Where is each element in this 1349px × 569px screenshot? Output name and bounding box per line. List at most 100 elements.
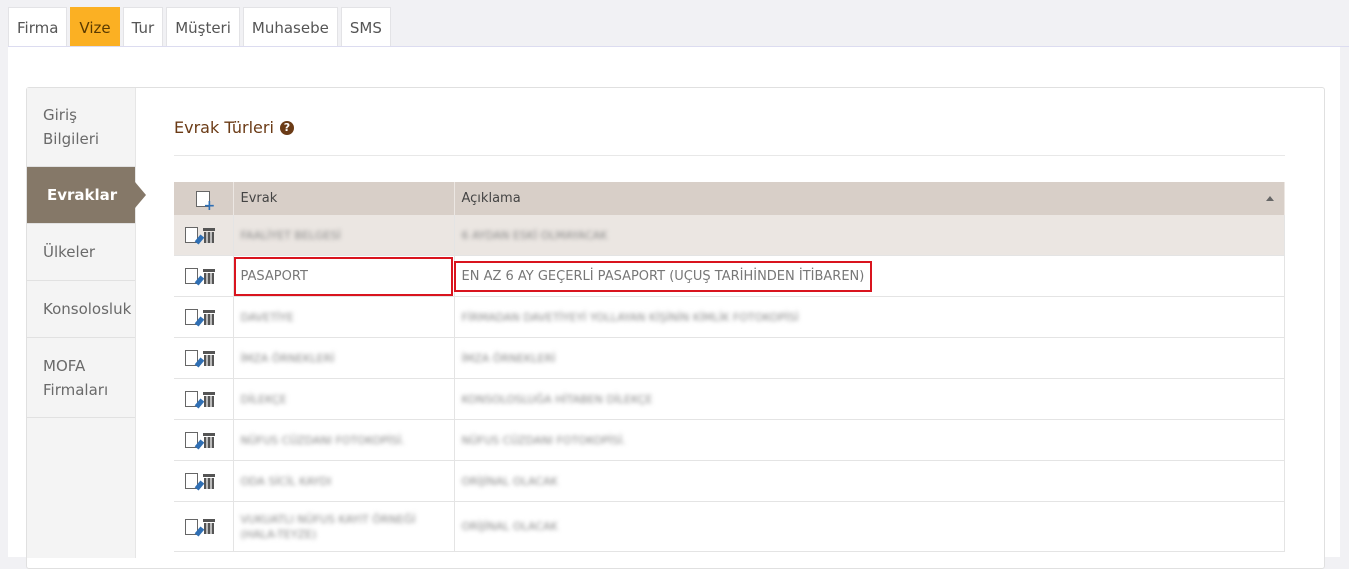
trash-icon[interactable] bbox=[203, 227, 215, 243]
table-row: İMZA ÖRNEKLERİ İMZA ÖRNEKLERİ bbox=[174, 337, 1285, 379]
table-row: NÜFUS CÜZDANI FOTOKOPİSİ. NÜFUS CÜZDANI F… bbox=[174, 419, 1285, 461]
sidebar-item-label: Giriş bbox=[43, 106, 77, 124]
tab-2[interactable]: Tur bbox=[122, 7, 164, 47]
edit-icon[interactable] bbox=[185, 432, 198, 448]
sidebar-item-0[interactable]: Giriş Bilgileri bbox=[27, 88, 135, 167]
row-action-group bbox=[181, 518, 226, 535]
sidebar-item-label: MOFA bbox=[43, 356, 86, 375]
aciklama-text: 6 AYDAN ESKİ OLMAYACAK bbox=[461, 228, 608, 242]
aciklama-text: ORİJİNAL OLACAK bbox=[461, 520, 558, 533]
cell-aciklama[interactable]: EN AZ 6 AY GEÇERLİ PASAPORT (UÇUŞ TARİHİ… bbox=[453, 255, 1285, 297]
add-document-header[interactable] bbox=[174, 182, 234, 215]
documents-table: Evrak Açıklama FAALİYET BELGESİ 6 AYDAN E… bbox=[174, 182, 1285, 552]
row-action-group bbox=[181, 432, 226, 448]
sidebar-item-4[interactable]: MOFA Firmaları bbox=[27, 338, 135, 418]
column-aciklama[interactable]: Açıklama bbox=[454, 182, 1285, 215]
cell-evrak[interactable]: İMZA ÖRNEKLERİ bbox=[233, 337, 455, 379]
aciklama-text: NÜFUS CÜZDANI FOTOKOPİSİ. bbox=[461, 433, 626, 447]
trash-icon[interactable] bbox=[203, 473, 215, 489]
row-action-group bbox=[181, 391, 226, 407]
evrak-text: FAALİYET BELGESİ bbox=[240, 228, 341, 242]
aciklama-text: KONSOLOSLUĞA HİTABEN DİLEKÇE bbox=[461, 392, 653, 406]
row-action-group bbox=[181, 268, 226, 284]
cell-aciklama[interactable]: KONSOLOSLUĞA HİTABEN DİLEKÇE bbox=[454, 378, 1285, 420]
table-row: DİLEKÇE KONSOLOSLUĞA HİTABEN DİLEKÇE bbox=[174, 378, 1285, 420]
evrak-text: İMZA ÖRNEKLERİ bbox=[240, 351, 335, 365]
evrak-text: DAVETİYE bbox=[240, 310, 294, 324]
evrak-text: NÜFUS CÜZDANI FOTOKOPİSİ. bbox=[240, 433, 405, 447]
title-divider bbox=[174, 155, 1285, 156]
cell-aciklama[interactable]: 6 AYDAN ESKİ OLMAYACAK bbox=[454, 215, 1285, 256]
row-actions bbox=[174, 419, 234, 461]
cell-aciklama[interactable]: ORİJİNAL OLACAK bbox=[454, 460, 1285, 502]
tab-0[interactable]: Firma bbox=[8, 7, 68, 47]
edit-icon[interactable] bbox=[185, 391, 198, 407]
cell-evrak[interactable]: ODA SİCİL KAYDI bbox=[233, 460, 455, 502]
row-action-group bbox=[181, 473, 226, 489]
trash-icon[interactable] bbox=[203, 309, 215, 325]
row-action-group bbox=[181, 350, 226, 366]
settings-card: Giriş Bilgileri Evraklar Ülkeler Konsolosluk… bbox=[26, 87, 1325, 569]
row-actions bbox=[174, 501, 234, 552]
side-navigation: Giriş Bilgileri Evraklar Ülkeler Konsolosluk… bbox=[27, 88, 146, 558]
evrak-text: PASAPORT bbox=[240, 268, 308, 284]
edit-icon[interactable] bbox=[185, 227, 198, 243]
cell-evrak[interactable]: DİLEKÇE bbox=[233, 378, 455, 420]
table-row: FAALİYET BELGESİ 6 AYDAN ESKİ OLMAYACAK bbox=[174, 215, 1285, 256]
cell-evrak[interactable]: FAALİYET BELGESİ bbox=[233, 215, 455, 256]
top-tabs: Firma Vize Tur Müşteri Muhasebe SMS bbox=[8, 7, 394, 47]
sidebar-item-1[interactable]: Evraklar bbox=[27, 167, 146, 224]
tab-3[interactable]: Müşteri bbox=[166, 7, 240, 47]
sidebar-item-label: Bilgileri bbox=[43, 130, 100, 148]
edit-icon[interactable] bbox=[185, 309, 198, 325]
trash-icon[interactable] bbox=[203, 432, 215, 448]
table-row: VUKUATLI NÜFUS KAYIT ÖRNEĞİ (HALA-TEYZE)… bbox=[174, 501, 1285, 552]
table-header-row: Evrak Açıklama bbox=[174, 182, 1285, 215]
row-actions bbox=[174, 296, 234, 338]
cell-aciklama[interactable]: ORİJİNAL OLACAK bbox=[454, 501, 1285, 552]
table-row: DAVETİYE FİRMADAN DAVETİYEYİ YOLLAYAN KİŞ… bbox=[174, 296, 1285, 338]
question-circle-icon[interactable]: ? bbox=[279, 120, 294, 135]
page-title: Evrak Türleri ? bbox=[174, 118, 294, 137]
aciklama-text: İMZA ÖRNEKLERİ bbox=[461, 351, 556, 365]
tab-1[interactable]: Vize bbox=[70, 7, 120, 47]
tab-4[interactable]: Muhasebe bbox=[242, 7, 338, 47]
table-row: PASAPORT EN AZ 6 AY GEÇERLİ PASAPORT (UÇU… bbox=[174, 255, 1285, 297]
aciklama-text: ORİJİNAL OLACAK bbox=[461, 474, 558, 488]
row-actions bbox=[174, 215, 234, 256]
edit-icon[interactable] bbox=[185, 473, 198, 489]
column-aciklama-label: Açıklama bbox=[461, 191, 521, 206]
trash-icon[interactable] bbox=[203, 350, 215, 366]
row-actions bbox=[174, 337, 234, 379]
new-document-icon[interactable] bbox=[196, 190, 215, 212]
sidebar-item-2[interactable]: Ülkeler bbox=[27, 224, 135, 281]
trash-icon[interactable] bbox=[203, 391, 215, 407]
trash-icon[interactable] bbox=[203, 519, 215, 534]
cell-aciklama[interactable]: NÜFUS CÜZDANI FOTOKOPİSİ. bbox=[454, 419, 1285, 461]
edit-icon[interactable] bbox=[185, 268, 198, 284]
edit-icon[interactable] bbox=[185, 518, 198, 535]
table-row: ODA SİCİL KAYDI ORİJİNAL OLACAK bbox=[174, 460, 1285, 502]
cell-aciklama[interactable]: İMZA ÖRNEKLERİ bbox=[454, 337, 1285, 379]
tab-5[interactable]: SMS bbox=[340, 7, 391, 47]
cell-aciklama[interactable]: FİRMADAN DAVETİYEYİ YOLLAYAN KİŞİNİN KİM… bbox=[454, 296, 1285, 338]
column-evrak[interactable]: Evrak bbox=[233, 182, 455, 215]
cell-evrak[interactable]: DAVETİYE bbox=[233, 296, 455, 338]
sidebar-item-label: Evraklar bbox=[47, 186, 118, 204]
cell-evrak[interactable]: PASAPORT bbox=[233, 255, 455, 297]
main-panel: Giriş Bilgileri Evraklar Ülkeler Konsolosluk… bbox=[8, 47, 1340, 569]
evrak-text: DİLEKÇE bbox=[240, 392, 287, 406]
row-actions bbox=[174, 460, 234, 502]
aciklama-text: FİRMADAN DAVETİYEYİ YOLLAYAN KİŞİNİN KİM… bbox=[461, 310, 799, 324]
edit-icon[interactable] bbox=[185, 350, 198, 366]
evrak-text: VUKUATLI NÜFUS KAYIT ÖRNEĞİ (HALA-TEYZE) bbox=[240, 512, 416, 541]
row-actions bbox=[174, 255, 234, 297]
cell-evrak[interactable]: NÜFUS CÜZDANI FOTOKOPİSİ. bbox=[233, 419, 455, 461]
trash-icon[interactable] bbox=[203, 268, 215, 284]
sidebar-item-label: Ülkeler bbox=[43, 243, 96, 261]
evrak-text: ODA SİCİL KAYDI bbox=[240, 474, 332, 488]
sidebar-item-3[interactable]: Konsolosluk bbox=[27, 281, 135, 338]
page-title-text: Evrak Türleri bbox=[174, 118, 274, 137]
sort-asc-icon[interactable] bbox=[1266, 196, 1274, 201]
cell-evrak[interactable]: VUKUATLI NÜFUS KAYIT ÖRNEĞİ (HALA-TEYZE) bbox=[233, 501, 455, 552]
